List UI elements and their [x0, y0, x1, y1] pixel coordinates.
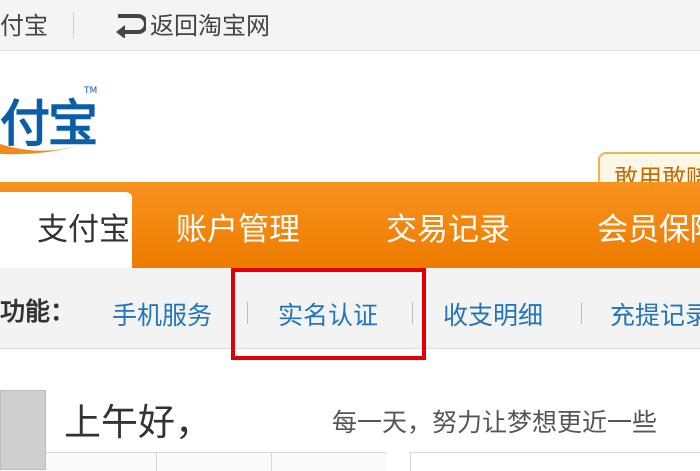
- trademark: TM: [84, 86, 98, 96]
- tab-member-protection[interactable]: 会员保障: [597, 192, 700, 268]
- avatar[interactable]: [0, 390, 46, 470]
- divider: [271, 453, 272, 471]
- divider: [156, 453, 157, 471]
- recharge-withdraw-record-link[interactable]: 充提记录: [610, 296, 700, 332]
- income-expense-detail-link[interactable]: 收支明细: [443, 296, 543, 332]
- tab-transaction-records[interactable]: 交易记录: [386, 192, 510, 268]
- tab-alipay[interactable]: 支付宝: [0, 192, 132, 268]
- logo-swoosh: [0, 138, 98, 155]
- greeting: 上午好，: [64, 401, 212, 444]
- motto-text: 每一天，努力让梦想更近一些: [332, 408, 658, 437]
- top-bar: 付宝 返回淘宝网: [0, 0, 700, 51]
- highlight-box: [231, 268, 426, 360]
- return-arrow-icon: [116, 13, 146, 38]
- side-panel: [410, 452, 700, 471]
- account-info-panel: [46, 452, 386, 471]
- divider: [73, 12, 74, 38]
- alipay-home-link[interactable]: 付宝: [0, 6, 48, 41]
- alipay-logo[interactable]: 付宝 TM: [0, 80, 110, 160]
- tab-account-management[interactable]: 账户管理: [176, 192, 300, 268]
- main-nav: 支付宝 账户管理 交易记录 会员保障: [0, 182, 700, 268]
- mobile-service-link[interactable]: 手机服务: [112, 296, 212, 332]
- function-label: 功能：: [0, 297, 76, 326]
- back-to-taobao-link[interactable]: 返回淘宝网: [112, 6, 270, 41]
- divider: [581, 302, 582, 324]
- back-link-label: 返回淘宝网: [150, 12, 270, 40]
